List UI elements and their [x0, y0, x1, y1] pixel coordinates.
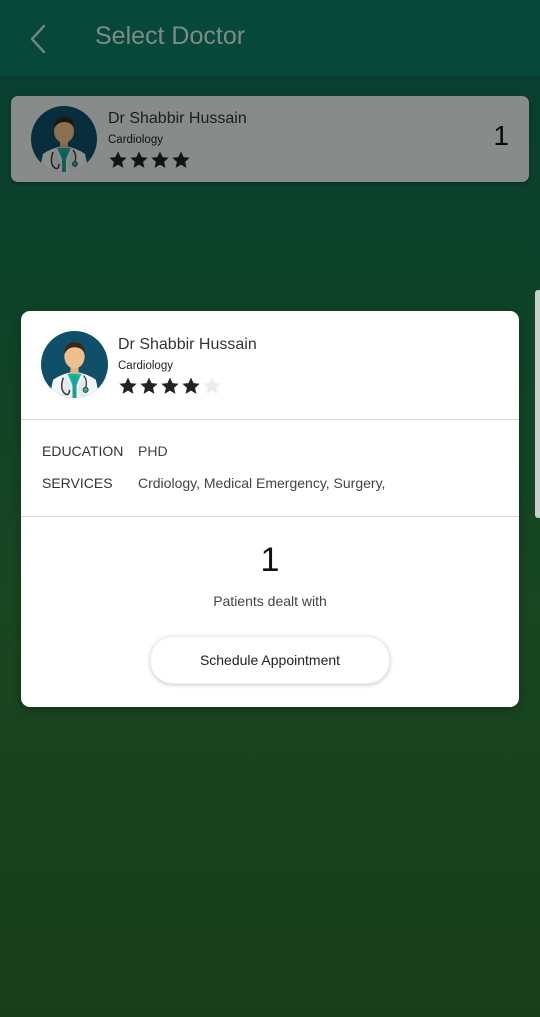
divider	[21, 419, 519, 420]
star-filled-icon	[139, 376, 159, 396]
star-empty-icon	[202, 376, 222, 396]
patients-count: 1	[260, 541, 280, 579]
education-label: EDUCATION	[42, 443, 124, 459]
doctor-name: Dr Shabbir Hussain	[118, 336, 257, 353]
patients-label: Patients dealt with	[213, 593, 327, 609]
rating-stars	[118, 376, 222, 396]
star-filled-icon	[181, 376, 201, 396]
education-value: PHD	[138, 443, 168, 459]
doctor-avatar	[41, 331, 108, 398]
schedule-appointment-button[interactable]: Schedule Appointment	[150, 636, 390, 684]
services-value: Crdiology, Medical Emergency, Surgery,	[138, 475, 386, 491]
star-filled-icon	[118, 376, 138, 396]
doctor-detail-dialog: Dr Shabbir Hussain Cardiology EDUCATION …	[21, 311, 519, 707]
doctor-specialty: Cardiology	[118, 360, 173, 372]
scrollbar[interactable]	[535, 290, 540, 518]
star-filled-icon	[160, 376, 180, 396]
services-label: SERVICES	[42, 475, 113, 491]
divider	[21, 516, 519, 517]
